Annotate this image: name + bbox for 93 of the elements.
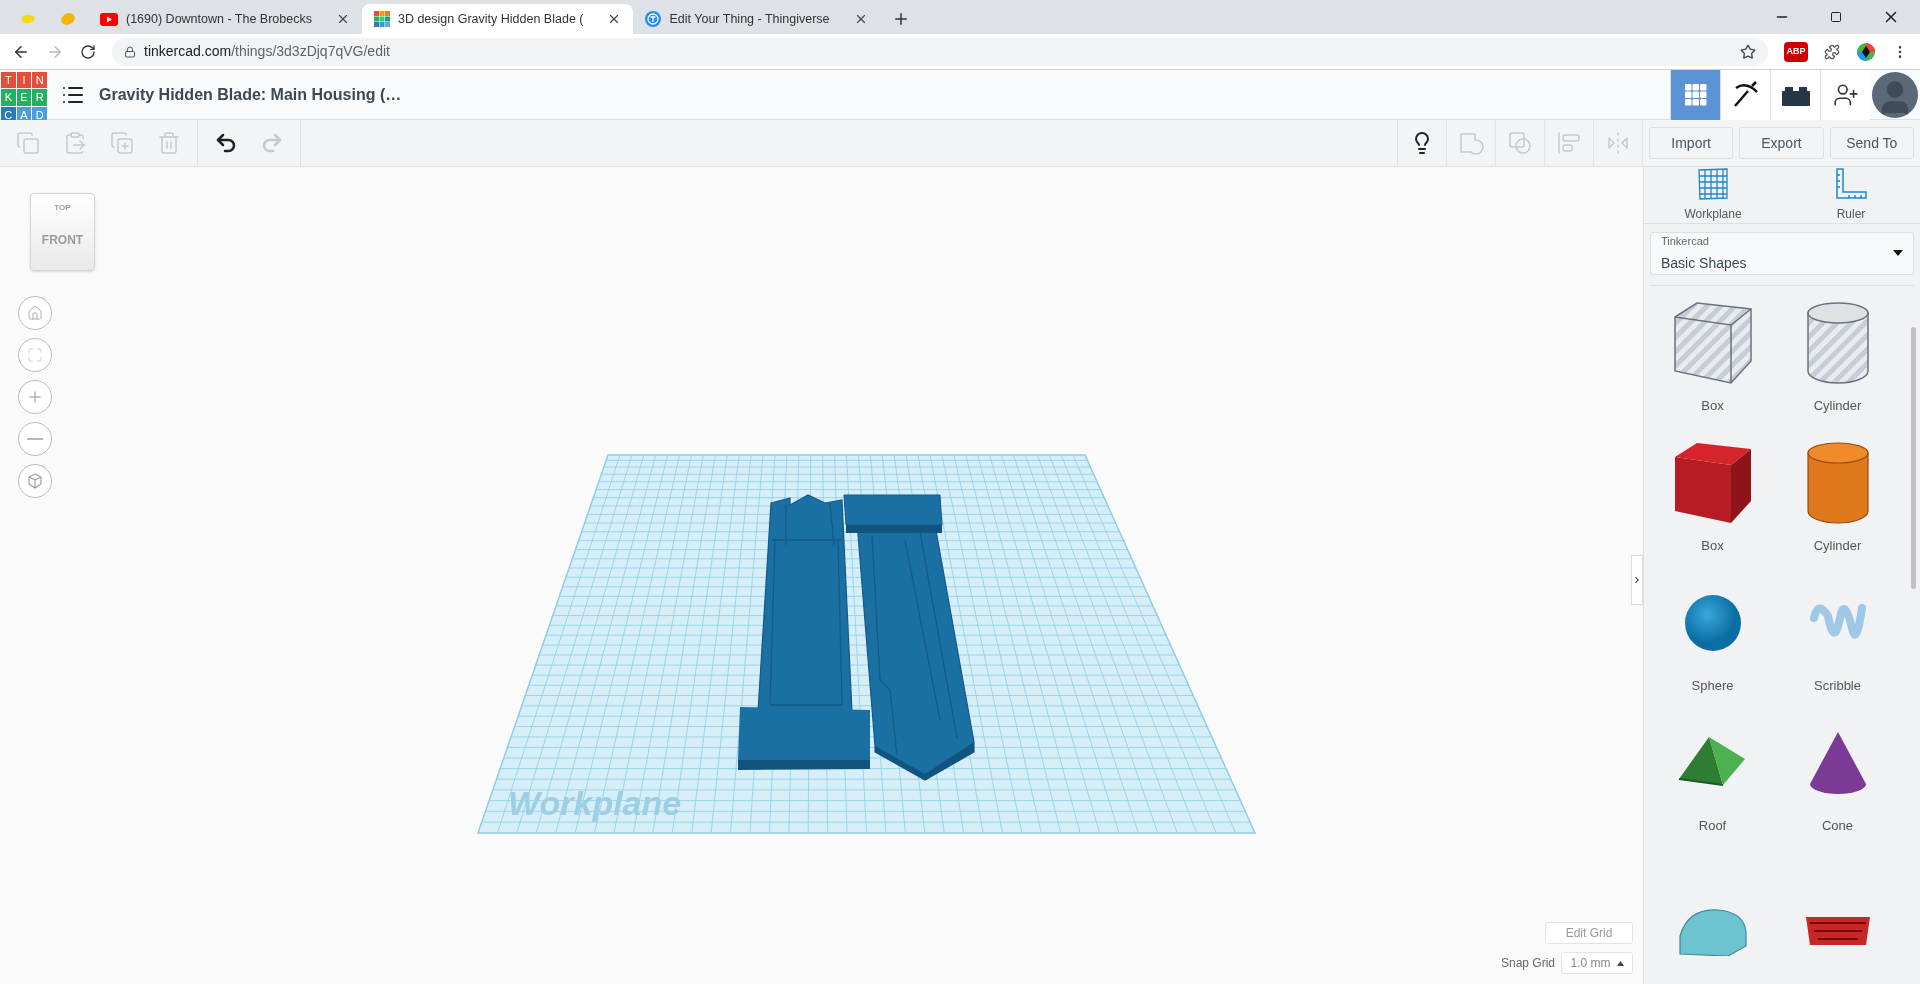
home-icon xyxy=(27,305,43,321)
minus-icon xyxy=(27,438,43,440)
video-play-icon xyxy=(100,12,118,26)
3d-viewport[interactable]: Workplane TOP FRONT Edit Grid Snap Grid 1.0 mm xyxy=(0,167,1643,984)
striped-box-icon xyxy=(1672,301,1753,385)
snap-grid-label: Snap Grid xyxy=(1500,955,1555,972)
caret-down-icon xyxy=(1893,250,1903,257)
browser-tab[interactable]: 3D design Gravity Hidden Blade ( xyxy=(361,4,634,34)
ruler-icon xyxy=(1834,167,1868,201)
mirror-icon xyxy=(1606,131,1630,155)
colorful-extension-icon[interactable] xyxy=(1856,41,1876,62)
avatar[interactable] xyxy=(1872,71,1918,118)
tab-title: Edit Your Thing - Thingiverse xyxy=(669,10,831,28)
caret-icon xyxy=(1616,960,1624,966)
restore-icon[interactable] xyxy=(1830,11,1842,23)
blade-slider-part[interactable] xyxy=(843,494,975,781)
circle-t-icon xyxy=(645,11,662,27)
workplane-label: Workplane xyxy=(508,784,682,822)
align-left-icon xyxy=(1557,131,1581,155)
shape-tile[interactable]: Sphere xyxy=(1650,565,1775,706)
shape-label: Scribble xyxy=(1814,677,1861,695)
copy-icon xyxy=(16,131,40,155)
browser-tab[interactable]: Edit Your Thing - Thingiverse xyxy=(633,4,880,34)
shape-tile[interactable]: Roof xyxy=(1650,705,1775,846)
shape-label: Box xyxy=(1701,397,1724,415)
ruler-tool-button[interactable]: Ruler xyxy=(1782,167,1920,223)
library-category: Basic Shapes xyxy=(1661,253,1748,273)
view-toggle[interactable] xyxy=(1720,69,1770,120)
logo-letter: R xyxy=(32,89,47,106)
shape-outline-icon xyxy=(1458,130,1484,156)
extensions-icon[interactable] xyxy=(1824,43,1840,60)
shape-library-dropdown[interactable]: Tinkercad Basic Shapes xyxy=(1650,232,1914,275)
shape-label: Cylinder xyxy=(1813,397,1862,415)
invite-user-button[interactable] xyxy=(1820,69,1870,120)
blade-housing-part[interactable] xyxy=(738,494,870,770)
colored-grid-icon xyxy=(373,11,390,27)
shape-label: Roof xyxy=(1698,817,1727,835)
url-text: tinkercad.com/things/3d3zDjq7qVG/edit xyxy=(144,42,390,61)
shape-tile[interactable]: Box xyxy=(1650,425,1775,566)
fit-icon xyxy=(27,347,43,363)
cylinder-icon xyxy=(1805,441,1870,525)
tab-title: (1690) Downtown - The Brobecks xyxy=(126,10,313,28)
box-icon xyxy=(1672,441,1753,525)
redo-arrow-icon xyxy=(260,131,284,155)
browser-tab[interactable]: (1690) Downtown - The Brobecks xyxy=(88,4,362,34)
address-field[interactable]: tinkercad.com/things/3d3zDjq7qVG/edit xyxy=(112,37,1768,66)
sphere-icon xyxy=(1682,593,1743,653)
grid-plane-icon xyxy=(1696,167,1730,201)
striped-cylinder-icon xyxy=(1805,301,1870,385)
logo-letter: I xyxy=(16,71,32,88)
view-toggle[interactable] xyxy=(1770,69,1820,120)
library-source: Tinkercad xyxy=(1661,234,1710,249)
app-logo[interactable]: T I N K E R C A D xyxy=(1,71,47,118)
logo-letter: E xyxy=(16,89,32,106)
adblock-extension[interactable]: ABP xyxy=(1784,41,1808,62)
duplicate-icon xyxy=(110,131,134,155)
lock-icon xyxy=(124,45,136,58)
shape-tile[interactable]: Cylinder xyxy=(1775,425,1900,566)
toolbar-action-button[interactable]: Import xyxy=(1649,127,1734,159)
cube-front-label: FRONT xyxy=(41,232,84,249)
workplane-tool-button[interactable]: Workplane xyxy=(1644,167,1782,223)
logo-letter: T xyxy=(1,71,16,88)
logo-letter: N xyxy=(32,71,47,88)
square-circle-icon xyxy=(1507,130,1533,156)
view-toggle[interactable] xyxy=(1670,69,1720,120)
shape-tile[interactable]: Cylinder xyxy=(1775,285,1900,426)
shape-label: Cone xyxy=(1821,817,1854,835)
trash-icon xyxy=(157,131,181,155)
logo-letter: K xyxy=(1,89,16,106)
clipboard-icon xyxy=(63,131,87,155)
add-user-icon xyxy=(1832,81,1859,108)
snap-grid-dropdown[interactable]: 1.0 mm xyxy=(1561,952,1633,974)
cube-icon xyxy=(26,472,44,490)
reload-icon[interactable] xyxy=(80,43,96,60)
shape-tile[interactable]: Scribble xyxy=(1775,565,1900,706)
undo-arrow-icon xyxy=(214,131,238,155)
shape-label: Cylinder xyxy=(1813,537,1862,555)
blob-tab-icon xyxy=(20,13,36,25)
plus-icon xyxy=(26,388,44,406)
scrollbar[interactable] xyxy=(1911,327,1916,589)
shape-label: Sphere xyxy=(1691,677,1734,695)
grid-icon xyxy=(1684,83,1707,106)
cone-icon xyxy=(1807,730,1868,796)
design-title[interactable]: Gravity Hidden Blade: Main Housing (… xyxy=(99,82,402,107)
shape-label: Box xyxy=(1701,537,1724,555)
bookmark-star-icon[interactable] xyxy=(1740,43,1756,60)
cube-top-label: TOP xyxy=(54,202,71,214)
toolbar-action-button[interactable]: Export xyxy=(1739,127,1824,159)
lemon-tab-icon xyxy=(60,11,76,27)
shape-tile[interactable]: Cone xyxy=(1775,705,1900,846)
tab-title: 3D design Gravity Hidden Blade ( xyxy=(397,10,585,28)
toolbar-action-button[interactable]: Send To xyxy=(1829,127,1914,159)
shape-tile[interactable]: Box xyxy=(1650,285,1775,426)
